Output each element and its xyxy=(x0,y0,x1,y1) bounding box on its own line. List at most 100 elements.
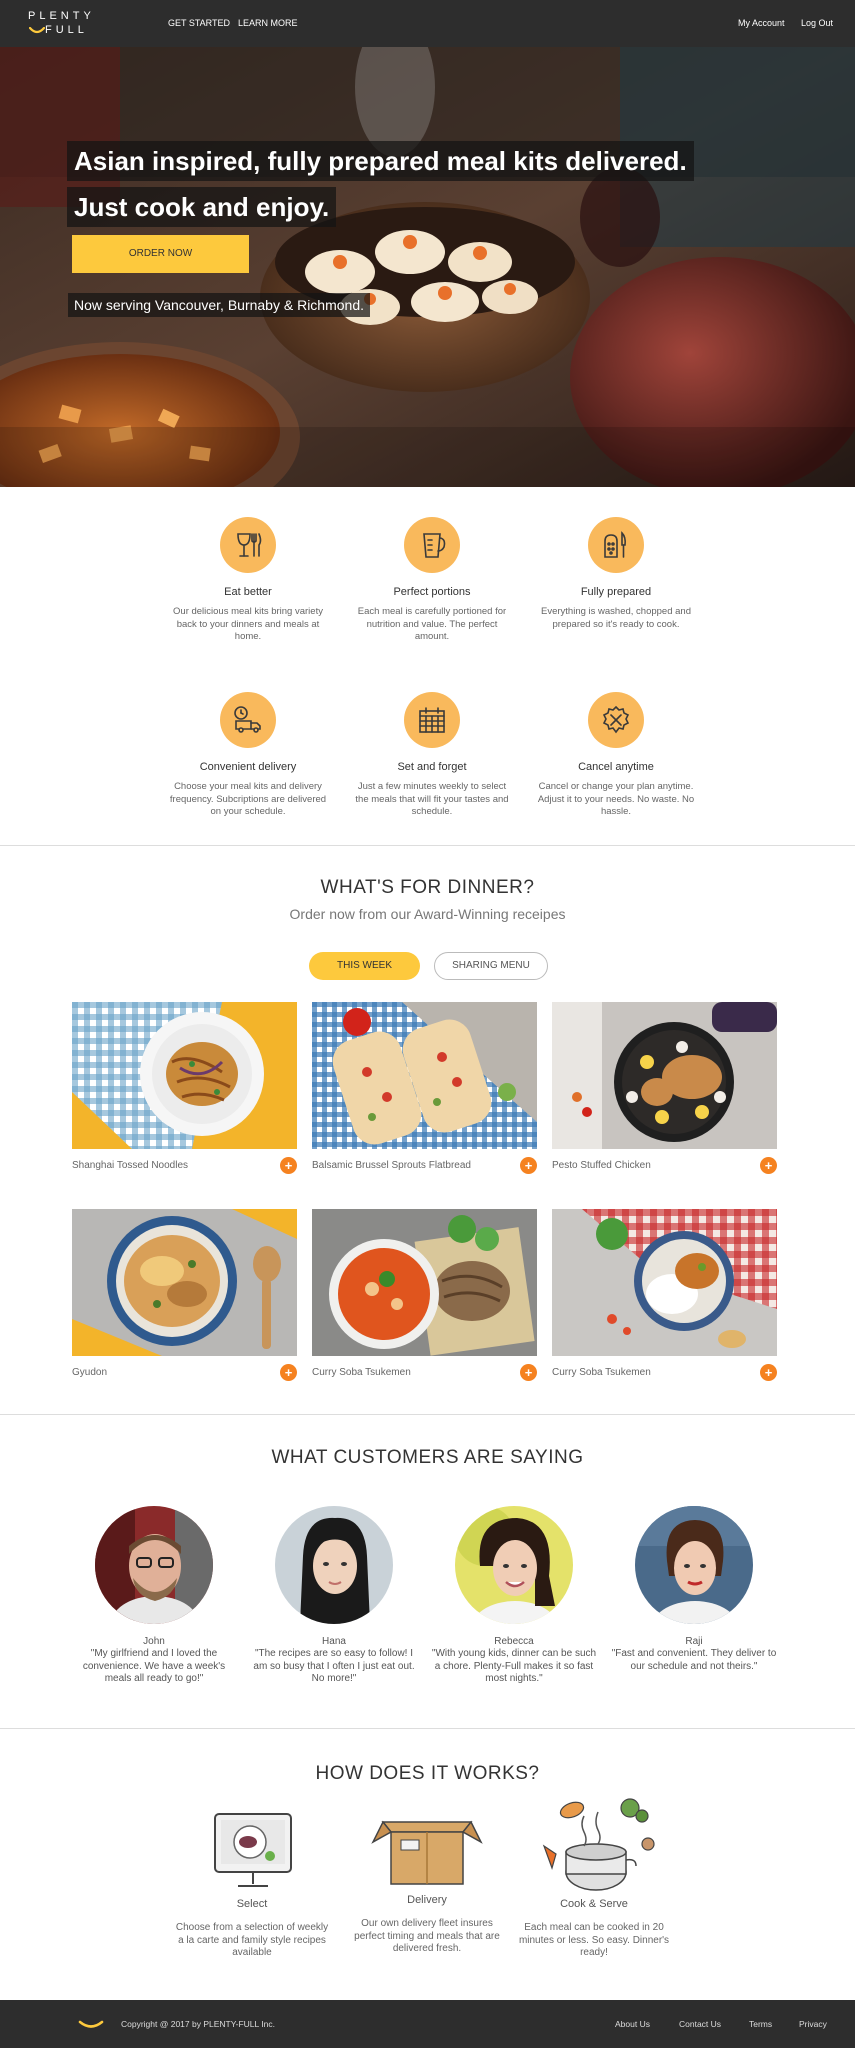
feature-perfect-portions: Perfect portions Each meal is carefully … xyxy=(352,517,512,644)
testimonial-quote: "The recipes are so easy to follow! I am… xyxy=(253,1648,415,1684)
feature-desc: Just a few minutes weekly to select the … xyxy=(355,781,509,817)
feature-desc: Everything is washed, chopped and prepar… xyxy=(541,606,691,630)
hero-headline-line1: Asian inspired, fully prepared meal kits… xyxy=(67,141,694,181)
delivery-truck-icon xyxy=(220,692,276,748)
testimonial-name: Rebecca xyxy=(494,1636,534,1647)
meal-name: Balsamic Brussel Sprouts Flatbread xyxy=(312,1160,471,1171)
testimonial-name: Raji xyxy=(685,1636,703,1647)
meal-photo[interactable] xyxy=(72,1209,297,1356)
testimonials-title: WHAT CUSTOMERS ARE SAYING xyxy=(271,1447,584,1468)
meal-photo[interactable] xyxy=(552,1209,777,1356)
feature-eat-better: Eat better Our delicious meal kits bring… xyxy=(168,517,328,644)
meal-name: Curry Soba Tsukemen xyxy=(312,1367,411,1378)
testimonial-quote: "With young kids, dinner can be such a c… xyxy=(431,1648,597,1684)
box-icon xyxy=(347,1804,507,1894)
cancel-icon xyxy=(588,692,644,748)
feature-fully-prepared: Fully prepared Everything is washed, cho… xyxy=(536,517,696,631)
hero-headline: Asian inspired, fully prepared meal kits… xyxy=(67,141,767,233)
hero-headline-line2: Just cook and enjoy. xyxy=(67,187,337,227)
monitor-icon xyxy=(172,1808,332,1898)
footer-privacy[interactable]: Privacy xyxy=(799,2019,827,2029)
meal-card[interactable]: Shanghai Tossed Noodles + xyxy=(72,1002,297,1174)
avatar xyxy=(275,1506,393,1624)
testimonial-card: Raji "Fast and convenient. They deliver … xyxy=(609,1506,779,1673)
footer: Copyright @ 2017 by PLENTY-FULL Inc. Abo… xyxy=(0,2000,855,2048)
testimonial-card: Rebecca "With young kids, dinner can be … xyxy=(429,1506,599,1686)
order-now-button[interactable]: ORDER NOW xyxy=(72,235,249,273)
feature-set-and-forget: Set and forget Just a few minutes weekly… xyxy=(352,692,512,819)
feature-title: Convenient delivery xyxy=(199,761,297,773)
footer-copyright: Copyright @ 2017 by PLENTY-FULL Inc. xyxy=(121,2019,275,2029)
meal-card[interactable]: Balsamic Brussel Sprouts Flatbread + xyxy=(312,1002,537,1174)
how-step-cook-serve: Cook & Serve Each meal can be cooked in … xyxy=(514,1796,674,1960)
testimonial-name: John xyxy=(143,1636,165,1647)
nav-log-out[interactable]: Log Out xyxy=(801,18,833,28)
meal-name: Pesto Stuffed Chicken xyxy=(552,1160,651,1171)
meal-card[interactable]: Curry Soba Tsukemen + xyxy=(552,1209,777,1381)
serving-areas-text: Now serving Vancouver, Burnaby & Richmon… xyxy=(68,293,370,317)
testimonial-name: Hana xyxy=(322,1636,346,1647)
hero-banner: Asian inspired, fully prepared meal kits… xyxy=(0,47,855,487)
avatar xyxy=(95,1506,213,1624)
meal-photo[interactable] xyxy=(312,1002,537,1149)
footer-contact-us[interactable]: Contact Us xyxy=(679,2019,721,2029)
feature-desc: Each meal is carefully portioned for nut… xyxy=(357,606,507,642)
how-step-title: Cook & Serve xyxy=(560,1898,628,1910)
grater-knife-icon xyxy=(588,517,644,573)
add-meal-button[interactable]: + xyxy=(280,1157,297,1174)
meal-photo[interactable] xyxy=(552,1002,777,1149)
tab-sharing-menu[interactable]: SHARING MENU xyxy=(434,952,548,980)
feature-desc: Choose your meal kits and delivery frequ… xyxy=(169,781,327,817)
how-step-delivery: Delivery Our own delivery fleet insures … xyxy=(347,1804,507,1956)
nav-my-account[interactable]: My Account xyxy=(738,18,785,28)
section-divider xyxy=(0,845,855,846)
logo[interactable]: PLENTY FULL xyxy=(28,9,108,39)
feature-title: Eat better xyxy=(224,586,272,598)
meal-card[interactable]: Pesto Stuffed Chicken + xyxy=(552,1002,777,1174)
add-meal-button[interactable]: + xyxy=(280,1364,297,1381)
avatar xyxy=(635,1506,753,1624)
meal-card[interactable]: Curry Soba Tsukemen + xyxy=(312,1209,537,1381)
add-meal-button[interactable]: + xyxy=(760,1157,777,1174)
testimonial-card: John "My girlfriend and I loved the conv… xyxy=(69,1506,239,1686)
feature-title: Set and forget xyxy=(397,761,467,773)
testimonial-card: Hana "The recipes are so easy to follow!… xyxy=(249,1506,419,1686)
dinner-title: WHAT'S FOR DINNER? xyxy=(320,877,535,898)
add-meal-button[interactable]: + xyxy=(760,1364,777,1381)
meal-name: Shanghai Tossed Noodles xyxy=(72,1160,189,1171)
testimonial-quote: "Fast and convenient. They deliver to ou… xyxy=(611,1648,777,1672)
feature-title: Fully prepared xyxy=(580,586,652,598)
feature-convenient-delivery: Convenient delivery Choose your meal kit… xyxy=(168,692,328,819)
how-title: HOW DOES IT WORKS? xyxy=(315,1763,540,1784)
how-step-select: Select Choose from a selection of weekly… xyxy=(172,1808,332,1960)
footer-terms[interactable]: Terms xyxy=(749,2019,772,2029)
add-meal-button[interactable]: + xyxy=(520,1157,537,1174)
how-step-title: Delivery xyxy=(407,1894,447,1906)
feature-desc: Our delicious meal kits bring variety ba… xyxy=(173,606,323,642)
cooking-pot-icon xyxy=(514,1796,674,1898)
testimonial-quote: "My girlfriend and I loved the convenien… xyxy=(82,1648,226,1684)
tab-this-week[interactable]: THIS WEEK xyxy=(309,952,420,980)
footer-logo-smile-icon xyxy=(78,2020,104,2028)
top-navbar: PLENTY FULL GET STARTED LEARN MORE My Ac… xyxy=(0,0,855,47)
meal-photo[interactable] xyxy=(72,1002,297,1149)
nav-get-started[interactable]: GET STARTED xyxy=(168,18,230,28)
how-step-desc: Each meal can be cooked in 20 minutes or… xyxy=(518,1922,670,1958)
how-step-desc: Our own delivery fleet insures perfect t… xyxy=(354,1918,500,1954)
meal-photo[interactable] xyxy=(312,1209,537,1356)
dinner-subtitle: Order now from our Award-Winning receipe… xyxy=(289,906,566,922)
feature-title: Cancel anytime xyxy=(578,761,654,773)
measuring-cup-icon xyxy=(404,517,460,573)
nav-learn-more[interactable]: LEARN MORE xyxy=(238,18,298,28)
feature-desc: Cancel or change your plan anytime. Adju… xyxy=(537,781,695,817)
meal-card[interactable]: Gyudon + xyxy=(72,1209,297,1381)
how-step-title: Select xyxy=(236,1898,268,1910)
feature-title: Perfect portions xyxy=(393,586,471,598)
add-meal-button[interactable]: + xyxy=(520,1364,537,1381)
logo-text-top: PLENTY xyxy=(28,10,95,22)
calendar-icon xyxy=(404,692,460,748)
section-divider xyxy=(0,1728,855,1729)
logo-smile-icon xyxy=(29,27,45,34)
avatar xyxy=(455,1506,573,1624)
footer-about-us[interactable]: About Us xyxy=(615,2019,650,2029)
